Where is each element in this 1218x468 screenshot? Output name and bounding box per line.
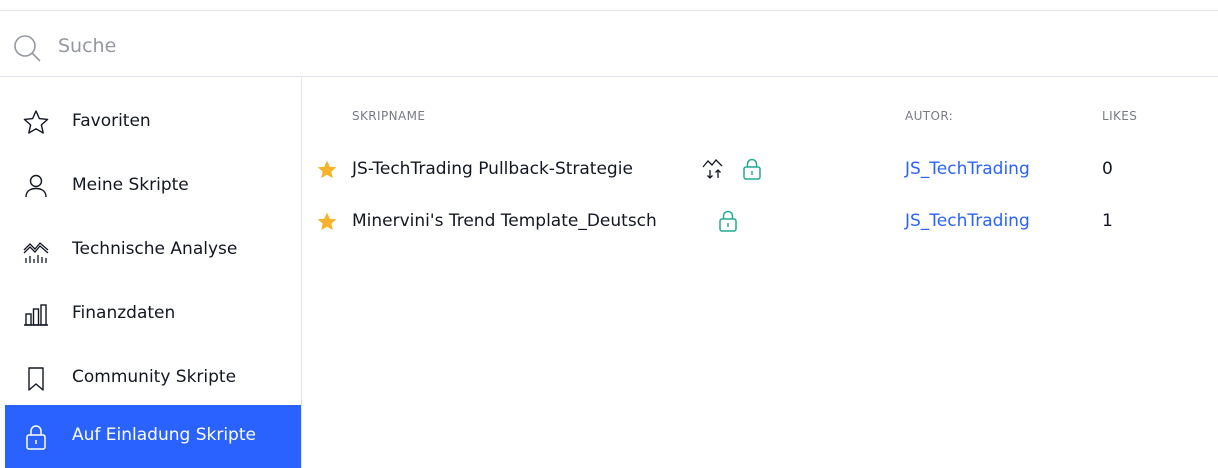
search-icon <box>14 35 41 62</box>
sidebar-item-label: Auf Einladung Skripte <box>72 425 256 445</box>
sidebar-item-label: Community Skripte <box>72 367 237 387</box>
script-name[interactable]: Minervini's Trend Template_Deutsch <box>352 211 657 231</box>
strategy-icon <box>702 159 723 179</box>
column-header-likes[interactable]: LIKES <box>1102 109 1137 123</box>
favorite-star-icon[interactable] <box>316 211 338 233</box>
sidebar-item-community-skripte[interactable]: Community Skripte <box>5 347 301 411</box>
sidebar-item-favoriten[interactable]: Favoriten <box>5 91 301 155</box>
column-header-author[interactable]: AUTOR: <box>905 109 953 123</box>
sidebar-item-label: Meine Skripte <box>72 175 189 195</box>
likes-count: 1 <box>1102 211 1113 231</box>
sidebar-item-technische-analyse[interactable]: Technische Analyse <box>5 219 301 283</box>
sidebar: Favoriten Meine Skripte Technische Analy… <box>0 78 302 468</box>
sidebar-item-finanzdaten[interactable]: Finanzdaten <box>5 283 301 347</box>
column-header-name[interactable]: SKRIPNAME <box>352 109 425 123</box>
favorite-star-icon[interactable] <box>316 159 338 181</box>
lock-icon <box>719 210 737 232</box>
sidebar-item-label: Technische Analyse <box>72 239 238 259</box>
table-row[interactable]: Minervini's Trend Template_Deutsch JS_Te… <box>302 200 1218 244</box>
table-row[interactable]: JS-TechTrading Pullback-Strategie JS_Tec… <box>302 148 1218 192</box>
sidebar-item-label: Finanzdaten <box>72 303 176 323</box>
bar-chart-icon <box>24 304 48 326</box>
author-link[interactable]: JS_TechTrading <box>905 159 1030 179</box>
sidebar-item-label: Favoriten <box>72 111 151 131</box>
bookmark-icon <box>28 367 44 391</box>
search-input[interactable] <box>58 29 658 63</box>
lock-icon <box>743 158 761 180</box>
user-icon <box>25 174 47 198</box>
script-list: SKRIPNAME AUTOR: LIKES JS-TechTrading Pu… <box>302 78 1218 468</box>
sidebar-item-meine-skripte[interactable]: Meine Skripte <box>5 155 301 219</box>
likes-count: 0 <box>1102 159 1113 179</box>
lock-icon <box>26 425 46 450</box>
sidebar-item-auf-einladung-skripte[interactable]: Auf Einladung Skripte <box>5 405 301 468</box>
search-bar <box>0 11 1218 77</box>
star-outline-icon <box>23 110 49 134</box>
script-name[interactable]: JS-TechTrading Pullback-Strategie <box>352 159 633 179</box>
chart-analysis-icon <box>23 242 49 263</box>
author-link[interactable]: JS_TechTrading <box>905 211 1030 231</box>
